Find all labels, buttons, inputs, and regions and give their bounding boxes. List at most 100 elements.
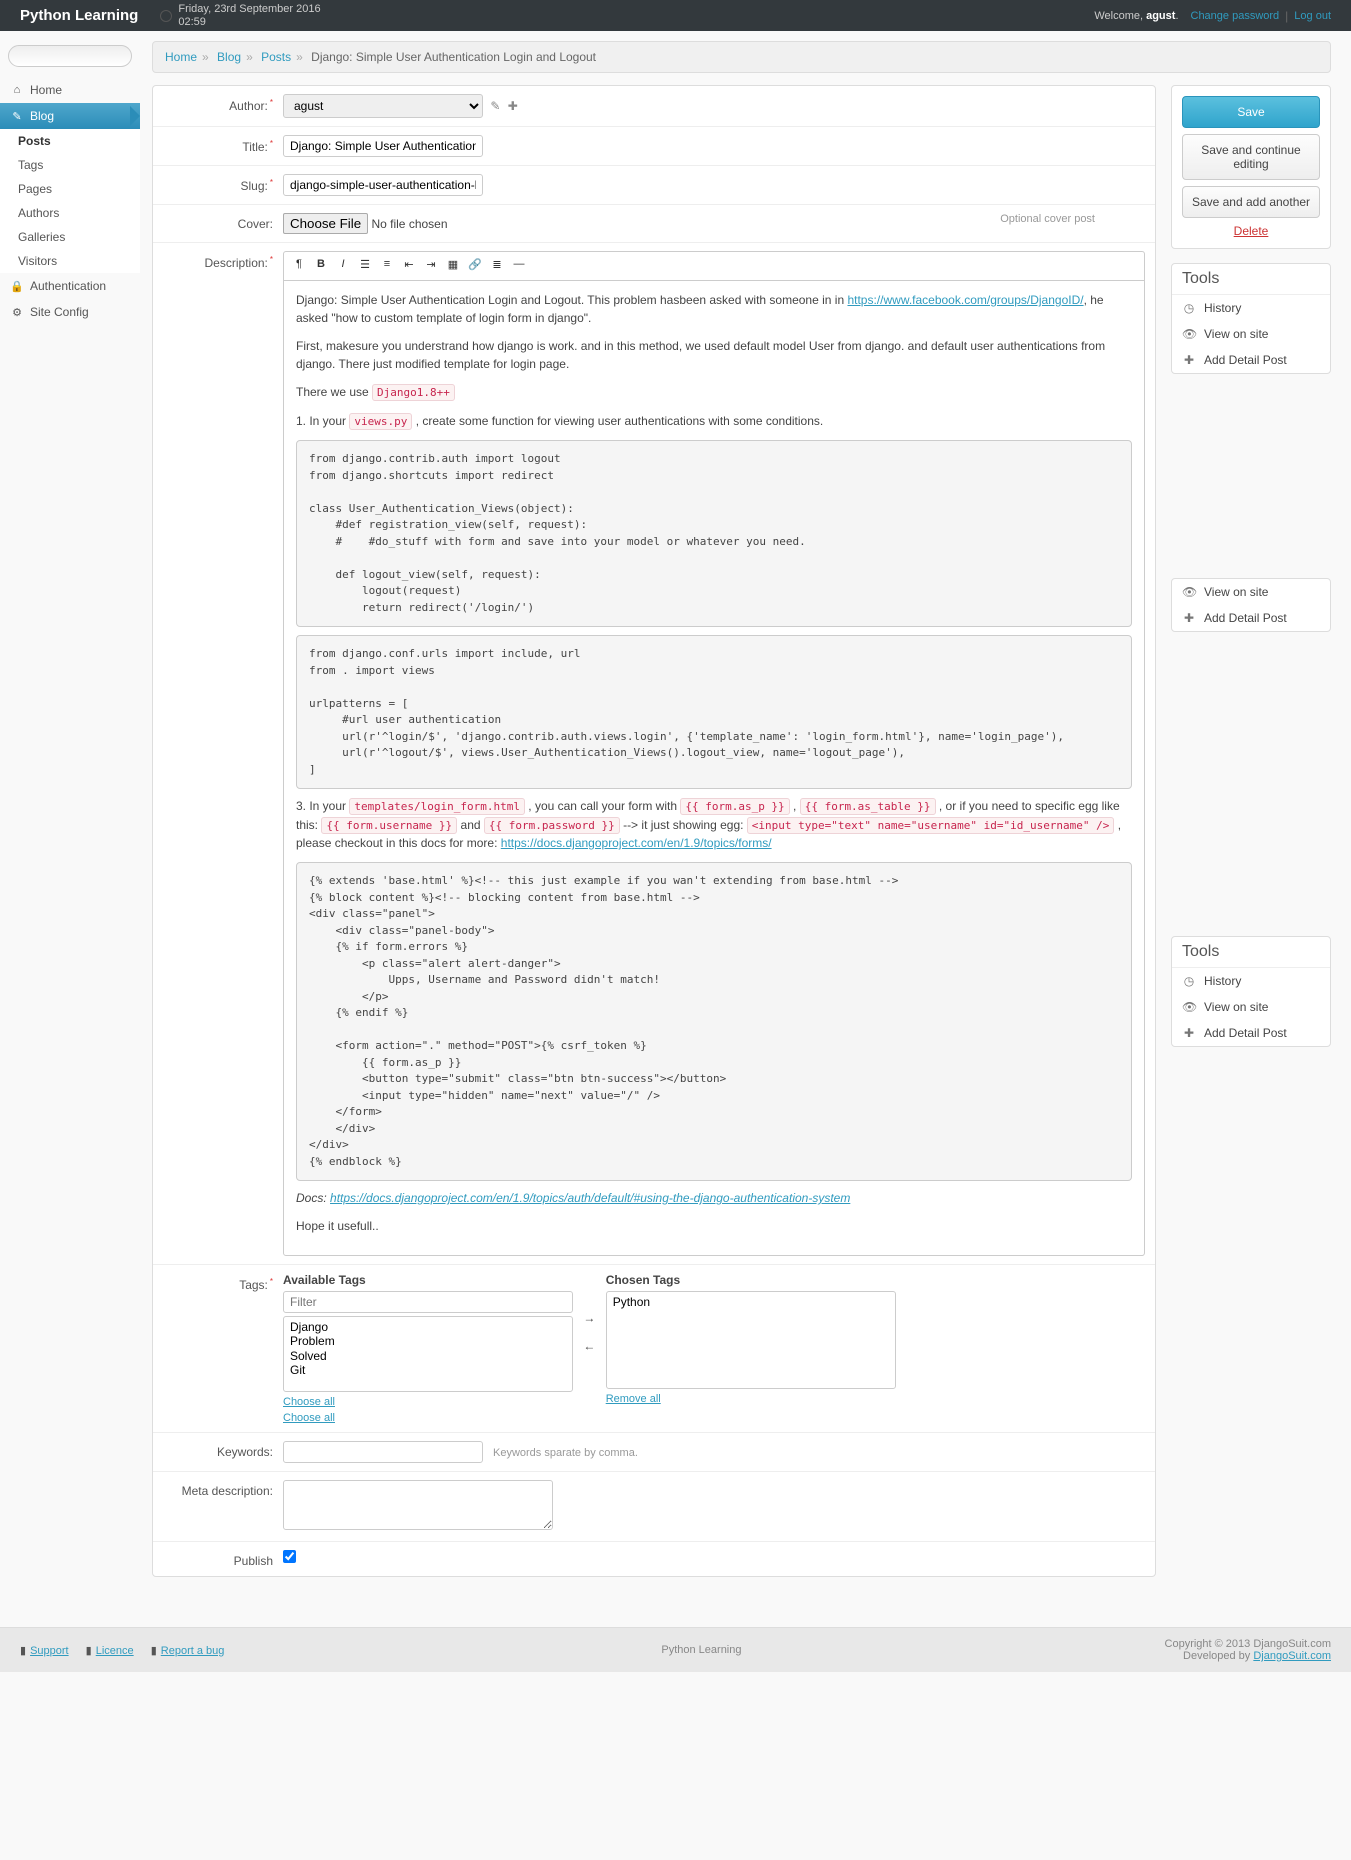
header-date: Friday, 23rd September 2016: [178, 3, 320, 15]
available-tags-list[interactable]: Django Problem Solved Git: [283, 1316, 573, 1392]
breadcrumb-blog[interactable]: Blog: [217, 50, 241, 64]
delete-link[interactable]: Delete: [1234, 224, 1269, 238]
tool-add[interactable]: ✚Add Detail Post: [1172, 347, 1330, 373]
docs-forms-link[interactable]: https://docs.djangoproject.com/en/1.9/to…: [501, 836, 772, 850]
tool-add-2[interactable]: ✚Add Detail Post: [1172, 605, 1330, 631]
pencil-icon: ✎: [10, 110, 24, 123]
publish-checkbox[interactable]: [283, 1550, 296, 1563]
tool-view-2[interactable]: 👁View on site: [1172, 579, 1330, 605]
sidebar-item-posts[interactable]: Posts: [6, 129, 140, 153]
sidebar-item-siteconfig[interactable]: ⚙Site Config: [0, 299, 140, 325]
form-area: Author:* agust ✎ ✚ Title:* Slug:*: [152, 85, 1156, 1577]
action-buttons-box: Save Save and continue editing Save and …: [1171, 85, 1331, 249]
slug-input[interactable]: [283, 174, 483, 196]
bookmark-icon: ▮: [86, 1645, 92, 1657]
choose-all-link[interactable]: Choose all: [283, 1396, 335, 1408]
tag-filter-input[interactable]: [283, 1291, 573, 1313]
label-keywords: Keywords:: [217, 1445, 273, 1459]
code-block-1: from django.contrib.auth import logout f…: [296, 440, 1132, 627]
breadcrumb-current: Django: Simple User Authentication Login…: [311, 50, 596, 64]
label-tags: Tags:: [239, 1278, 268, 1292]
tools-box-2: 👁View on site ✚Add Detail Post: [1171, 578, 1331, 632]
search-input[interactable]: [8, 45, 132, 67]
home-icon: ⌂: [10, 84, 24, 96]
editor-toolbar: ¶ B I ☰ ≡ ⇤ ⇥ ▦ 🔗 ≣ —: [284, 252, 1144, 281]
chosen-tags-list[interactable]: Python: [606, 1291, 896, 1389]
choose-all-link-2[interactable]: Choose all: [283, 1412, 335, 1424]
plus-icon: ✚: [1182, 611, 1196, 625]
save-continue-button[interactable]: Save and continue editing: [1182, 134, 1320, 180]
author-select[interactable]: agust: [283, 94, 483, 118]
breadcrumb-posts[interactable]: Posts: [261, 50, 291, 64]
tool-view[interactable]: 👁View on site: [1172, 321, 1330, 347]
arrow-left-icon[interactable]: ←: [583, 1339, 595, 1353]
editor-body[interactable]: Django: Simple User Authentication Login…: [284, 281, 1144, 1255]
sidebar-item-pages[interactable]: Pages: [6, 177, 140, 201]
no-file-text: No file chosen: [371, 217, 447, 231]
label-metadesc: Meta description:: [182, 1484, 273, 1498]
footer-support-link[interactable]: Support: [30, 1645, 69, 1657]
image-icon[interactable]: ▦: [442, 258, 464, 274]
chosen-tags-header: Chosen Tags: [606, 1273, 896, 1287]
pencil-icon[interactable]: ✎: [490, 99, 500, 113]
choose-file-button[interactable]: Choose File: [283, 213, 368, 234]
tool-view-3[interactable]: 👁View on site: [1172, 994, 1330, 1020]
sidebar-item-authors[interactable]: Authors: [6, 201, 140, 225]
brand-title: Python Learning: [20, 7, 138, 24]
code-block-3: {% extends 'base.html' %}<!-- this just …: [296, 862, 1132, 1181]
docs-auth-link[interactable]: https://docs.djangoproject.com/en/1.9/to…: [330, 1191, 850, 1205]
fb-link[interactable]: https://www.facebook.com/groups/DjangoID…: [847, 293, 1083, 307]
outdent-icon[interactable]: ⇤: [398, 258, 420, 274]
footer-djangosuit-link[interactable]: DjangoSuit.com: [1253, 1650, 1331, 1662]
indent-icon[interactable]: ⇥: [420, 258, 442, 274]
tools-header-3: Tools: [1172, 937, 1330, 968]
header-datetime: Friday, 23rd September 2016 02:59: [178, 3, 320, 27]
tool-add-3[interactable]: ✚Add Detail Post: [1172, 1020, 1330, 1046]
title-input[interactable]: [283, 135, 483, 157]
footer-center: Python Learning: [238, 1644, 1164, 1656]
tool-history[interactable]: ◷History: [1172, 295, 1330, 321]
tools-box-3: Tools ◷History 👁View on site ✚Add Detail…: [1171, 936, 1331, 1047]
sidebar-item-tags[interactable]: Tags: [6, 153, 140, 177]
header-time: 02:59: [178, 16, 206, 28]
list-ul-icon[interactable]: ☰: [354, 258, 376, 274]
footer-report-link[interactable]: Report a bug: [161, 1645, 225, 1657]
sidebar-item-visitors[interactable]: Visitors: [6, 249, 140, 273]
header-bar: Python Learning Friday, 23rd September 2…: [0, 0, 1351, 31]
sidebar-item-blog[interactable]: ✎Blog: [0, 103, 140, 129]
label-publish: Publish: [234, 1554, 273, 1568]
tool-history-3[interactable]: ◷History: [1172, 968, 1330, 994]
label-author: Author:: [229, 99, 268, 113]
hr-icon[interactable]: —: [508, 258, 530, 274]
plus-icon[interactable]: ✚: [508, 99, 518, 113]
welcome-text: Welcome, agust.: [1094, 10, 1178, 22]
plus-icon: ✚: [1182, 1026, 1196, 1040]
logout-link[interactable]: Log out: [1294, 10, 1331, 22]
list-ol-icon[interactable]: ≡: [376, 258, 398, 274]
sidebar: ⌂Home ✎Blog Posts Tags Pages Authors Gal…: [0, 31, 140, 1597]
bold-icon[interactable]: B: [310, 258, 332, 274]
save-button[interactable]: Save: [1182, 96, 1320, 128]
italic-icon[interactable]: I: [332, 258, 354, 274]
sidebar-item-authentication[interactable]: 🔒Authentication: [0, 273, 140, 299]
clock-icon: ◷: [1182, 301, 1196, 315]
sidebar-item-home[interactable]: ⌂Home: [0, 77, 140, 103]
tools-box-1: Tools ◷History 👁View on site ✚Add Detail…: [1171, 263, 1331, 374]
sidebar-item-galleries[interactable]: Galleries: [6, 225, 140, 249]
remove-all-link[interactable]: Remove all: [606, 1393, 661, 1405]
save-add-button[interactable]: Save and add another: [1182, 186, 1320, 218]
breadcrumb-home[interactable]: Home: [165, 50, 197, 64]
keywords-input[interactable]: [283, 1441, 483, 1463]
align-icon[interactable]: ≣: [486, 258, 508, 274]
change-password-link[interactable]: Change password: [1191, 10, 1280, 22]
breadcrumb: Home» Blog» Posts» Django: Simple User A…: [152, 41, 1331, 73]
arrow-right-icon[interactable]: →: [583, 1311, 595, 1325]
footer-licence-link[interactable]: Licence: [96, 1645, 134, 1657]
metadesc-textarea[interactable]: [283, 1480, 553, 1530]
rich-text-editor: ¶ B I ☰ ≡ ⇤ ⇥ ▦ 🔗 ≣ —: [283, 251, 1145, 1256]
clock-icon: ◷: [1182, 974, 1196, 988]
cover-help: Optional cover post: [1000, 213, 1095, 225]
label-cover: Cover:: [238, 217, 273, 231]
pilcrow-icon[interactable]: ¶: [288, 258, 310, 274]
link-icon[interactable]: 🔗: [464, 258, 486, 274]
